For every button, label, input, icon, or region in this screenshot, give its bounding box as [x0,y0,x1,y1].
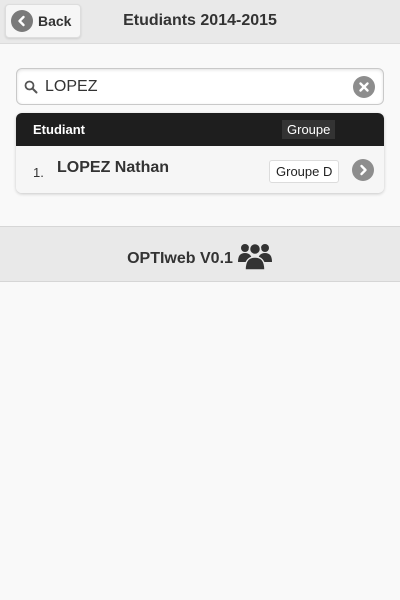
app-version: OPTIweb V0.1 [127,250,233,267]
search-input[interactable] [45,73,345,101]
page-title: Etudiants 2014-2015 [123,12,277,29]
group-badge: Groupe D [269,160,340,183]
clear-icon[interactable] [353,76,375,98]
chevron-left-icon [11,10,33,32]
list-item[interactable]: 1. LOPEZ Nathan Groupe D [16,146,384,193]
users-icon [237,236,273,272]
search-box [16,68,384,105]
row-index: 1. [33,165,44,180]
column-header-group: Groupe [282,120,336,139]
search-icon [24,80,38,94]
header-bar: Back Etudiants 2014-2015 [0,0,400,44]
back-button-label: Back [38,13,72,29]
chevron-right-icon [352,159,374,181]
back-button[interactable]: Back [5,4,81,38]
student-list: Etudiant Groupe 1. LOPEZ Nathan Groupe D [16,113,384,193]
student-name: LOPEZ Nathan [57,159,170,176]
column-header-student: Etudiant [33,122,85,137]
list-header: Etudiant Groupe [16,113,384,146]
footer-bar: OPTIweb V0.1 [0,226,400,282]
